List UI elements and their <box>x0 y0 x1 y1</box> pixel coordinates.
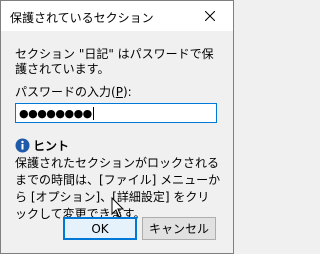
close-icon <box>205 11 215 21</box>
close-button[interactable] <box>187 1 233 31</box>
password-value: ●●●●●●●● <box>19 106 92 120</box>
password-input[interactable]: ●●●●●●●● <box>15 103 217 123</box>
info-icon <box>15 138 30 153</box>
text-caret <box>92 106 94 120</box>
ok-button-label: OK <box>91 221 109 236</box>
cancel-button-label: キャンセル <box>148 222 209 236</box>
hint-title: ヒント <box>33 139 70 153</box>
password-label: パスワードの入力(P): <box>15 85 132 99</box>
cancel-button[interactable]: キャンセル <box>142 217 216 240</box>
password-dialog: 保護されているセクション セクション "日記" はパスワードで保護されています。… <box>0 0 234 254</box>
protection-message: セクション "日記" はパスワードで保護されています。 <box>15 47 214 76</box>
dialog-title: 保護されているセクション <box>10 11 154 25</box>
hint-header: ヒント <box>15 137 69 154</box>
mouse-pointer-icon <box>111 197 125 218</box>
title-bar: 保護されているセクション <box>1 1 233 31</box>
